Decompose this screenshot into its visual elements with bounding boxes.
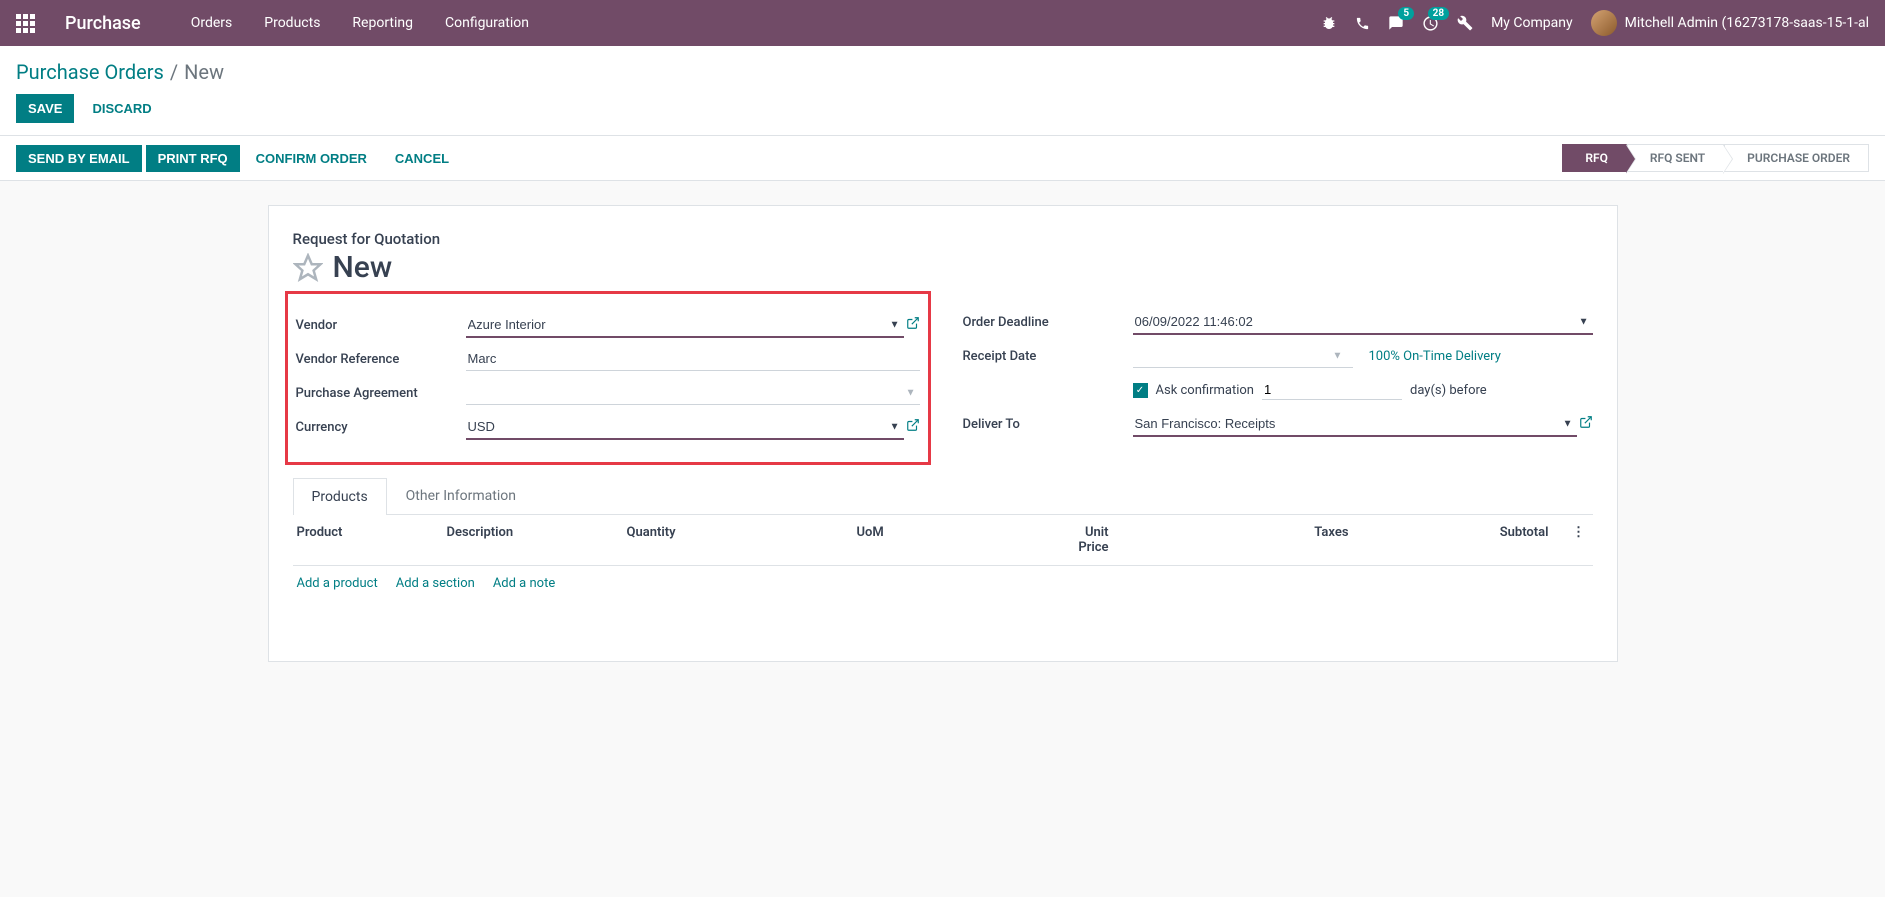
- currency-label: Currency: [296, 420, 466, 435]
- order-deadline-label: Order Deadline: [963, 315, 1133, 330]
- page-title: New: [333, 250, 393, 285]
- bug-icon[interactable]: [1321, 15, 1337, 31]
- column-description: Description: [447, 525, 627, 555]
- external-link-icon[interactable]: [1579, 415, 1593, 433]
- app-title[interactable]: Purchase: [65, 13, 141, 34]
- company-selector[interactable]: My Company: [1491, 15, 1573, 31]
- tab-other-information[interactable]: Other Information: [387, 477, 535, 514]
- currency-field[interactable]: [466, 415, 904, 440]
- order-deadline-field[interactable]: [1133, 310, 1593, 335]
- nav-reporting[interactable]: Reporting: [352, 15, 413, 31]
- activities-badge: 28: [1428, 7, 1449, 20]
- deliver-to-label: Deliver To: [963, 417, 1133, 432]
- caret-down-icon[interactable]: ▼: [890, 320, 900, 331]
- ontime-delivery-link[interactable]: 100% On-Time Delivery: [1369, 349, 1501, 364]
- cancel-button[interactable]: CANCEL: [383, 145, 461, 172]
- star-icon[interactable]: [293, 253, 323, 283]
- avatar: [1591, 10, 1617, 36]
- apps-icon[interactable]: [16, 14, 35, 33]
- save-button[interactable]: SAVE: [16, 94, 74, 123]
- external-link-icon[interactable]: [906, 418, 920, 436]
- breadcrumb-sep: /: [170, 60, 178, 84]
- add-note-link[interactable]: Add a note: [493, 576, 555, 591]
- caret-down-icon[interactable]: ▼: [906, 388, 916, 399]
- add-section-link[interactable]: Add a section: [396, 576, 475, 591]
- nav-orders[interactable]: Orders: [191, 15, 233, 31]
- print-rfq-button[interactable]: PRINT RFQ: [146, 145, 240, 172]
- messages-badge: 5: [1398, 7, 1414, 20]
- external-link-icon[interactable]: [906, 316, 920, 334]
- caret-down-icon[interactable]: ▼: [1563, 419, 1573, 430]
- ask-confirmation-checkbox[interactable]: ✓: [1133, 383, 1148, 398]
- table-header: Product Description Quantity UoM Unit Pr…: [293, 515, 1593, 566]
- discard-button[interactable]: DISCARD: [92, 101, 151, 116]
- messages-icon[interactable]: 5: [1388, 15, 1404, 31]
- column-quantity: Quantity: [627, 525, 857, 555]
- caret-down-icon[interactable]: ▼: [890, 422, 900, 433]
- receipt-date-field[interactable]: [1133, 344, 1353, 368]
- user-name: Mitchell Admin (16273178-saas-15-1-al: [1625, 15, 1869, 31]
- column-uom: UoM: [857, 525, 1057, 555]
- status-flow: RFQ RFQ SENT PURCHASE ORDER: [1562, 144, 1869, 172]
- phone-icon[interactable]: [1355, 16, 1370, 31]
- column-menu-icon[interactable]: ⋮: [1569, 525, 1589, 555]
- status-purchase-order[interactable]: PURCHASE ORDER: [1724, 144, 1869, 172]
- vendor-ref-label: Vendor Reference: [296, 352, 466, 367]
- caret-down-icon[interactable]: ▼: [1579, 317, 1589, 328]
- nav-configuration[interactable]: Configuration: [445, 15, 529, 31]
- send-email-button[interactable]: SEND BY EMAIL: [16, 145, 142, 172]
- ask-confirmation-label: Ask confirmation: [1156, 383, 1255, 398]
- activities-icon[interactable]: 28: [1422, 15, 1439, 32]
- column-unit-price: Unit Price: [1057, 525, 1149, 555]
- column-product: Product: [297, 525, 447, 555]
- breadcrumb: Purchase Orders / New: [0, 46, 1885, 94]
- receipt-date-label: Receipt Date: [963, 349, 1133, 364]
- add-product-link[interactable]: Add a product: [297, 576, 378, 591]
- vendor-label: Vendor: [296, 318, 466, 333]
- column-taxes: Taxes: [1149, 525, 1349, 555]
- user-menu[interactable]: Mitchell Admin (16273178-saas-15-1-al: [1591, 10, 1869, 36]
- breadcrumb-current: New: [184, 60, 224, 84]
- nav-products[interactable]: Products: [264, 15, 320, 31]
- tab-products[interactable]: Products: [293, 478, 387, 515]
- vendor-field[interactable]: [466, 313, 904, 338]
- status-rfq[interactable]: RFQ: [1562, 144, 1627, 172]
- form-sheet: Request for Quotation New Vendor ▼: [268, 205, 1618, 662]
- vendor-ref-field[interactable]: [466, 347, 920, 371]
- form-subtitle: Request for Quotation: [293, 230, 1593, 248]
- confirmation-days-field[interactable]: [1262, 380, 1402, 400]
- deliver-to-field[interactable]: [1133, 412, 1577, 437]
- status-rfq-sent[interactable]: RFQ SENT: [1627, 144, 1724, 172]
- breadcrumb-parent[interactable]: Purchase Orders: [16, 60, 164, 84]
- purchase-agreement-field[interactable]: [466, 381, 920, 405]
- days-before-label: day(s) before: [1410, 383, 1487, 398]
- tools-icon[interactable]: [1457, 15, 1473, 31]
- purchase-agreement-label: Purchase Agreement: [296, 386, 466, 401]
- highlighted-fields: Vendor ▼ Vendor Reference: [285, 291, 931, 465]
- caret-down-icon[interactable]: ▼: [1333, 351, 1343, 362]
- top-navbar: Purchase Orders Products Reporting Confi…: [0, 0, 1885, 46]
- column-subtotal: Subtotal: [1349, 525, 1569, 555]
- confirm-order-button[interactable]: CONFIRM ORDER: [244, 145, 379, 172]
